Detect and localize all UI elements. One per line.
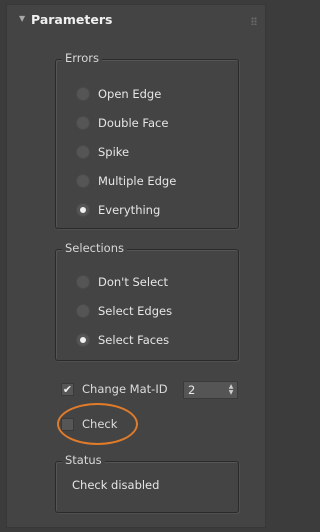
radio-spike[interactable]: Spike [76,142,129,162]
radio-label: Spike [98,145,130,159]
radio-button[interactable] [76,174,90,188]
radio-label: Open Edge [98,87,162,101]
status-group-label: Status [62,453,105,467]
radio-label: Everything [98,203,161,217]
highlight-ring [57,403,138,445]
status-text: Check disabled [72,478,160,492]
rollout-title: Parameters [31,12,113,27]
checkmark-icon: ✔ [62,382,73,396]
change-mat-id-label: Change Mat-ID [82,382,168,396]
radio-label: Multiple Edge [98,174,177,188]
radio-double-face[interactable]: Double Face [76,113,168,133]
selections-group-label: Selections [62,241,127,255]
radio-label: Double Face [98,116,169,130]
selections-group: Selections Don't Select Select Edges Sel… [55,241,239,361]
radio-label: Select Edges [98,304,173,318]
radio-button[interactable] [76,87,90,101]
mat-id-spinner[interactable]: 2 ▲ ▼ [183,381,238,399]
radio-button[interactable] [76,203,90,217]
parameters-rollout-header[interactable]: ▼ Parameters [7,5,265,33]
errors-group-label: Errors [62,51,103,65]
errors-group: Errors Open Edge Double Face Spike Multi… [55,51,239,229]
mat-id-value[interactable]: 2 [184,383,225,397]
radio-everything[interactable]: Everything [76,200,160,220]
radio-button[interactable] [76,275,90,289]
radio-label: Select Faces [98,333,170,347]
grip-icon[interactable] [251,17,257,25]
radio-dont-select[interactable]: Don't Select [76,272,168,292]
radio-select-edges[interactable]: Select Edges [76,301,172,321]
radio-button[interactable] [76,145,90,159]
radio-button[interactable] [76,116,90,130]
radio-label: Don't Select [98,275,168,289]
radio-multiple-edge[interactable]: Multiple Edge [76,171,176,191]
parameters-panel: ▼ Parameters Errors Open Edge Double Fac… [6,4,266,528]
status-group: Status Check disabled [55,453,239,513]
collapse-triangle-icon[interactable]: ▼ [19,14,25,23]
change-mat-id-checkbox[interactable]: ✔ [61,382,74,396]
radio-button[interactable] [76,333,90,347]
change-mat-id-row[interactable]: ✔ Change Mat-ID [61,379,168,399]
spinner-arrows-icon[interactable]: ▲ ▼ [225,384,237,396]
radio-button[interactable] [76,304,90,318]
radio-select-faces[interactable]: Select Faces [76,330,169,350]
radio-open-edge[interactable]: Open Edge [76,84,161,104]
